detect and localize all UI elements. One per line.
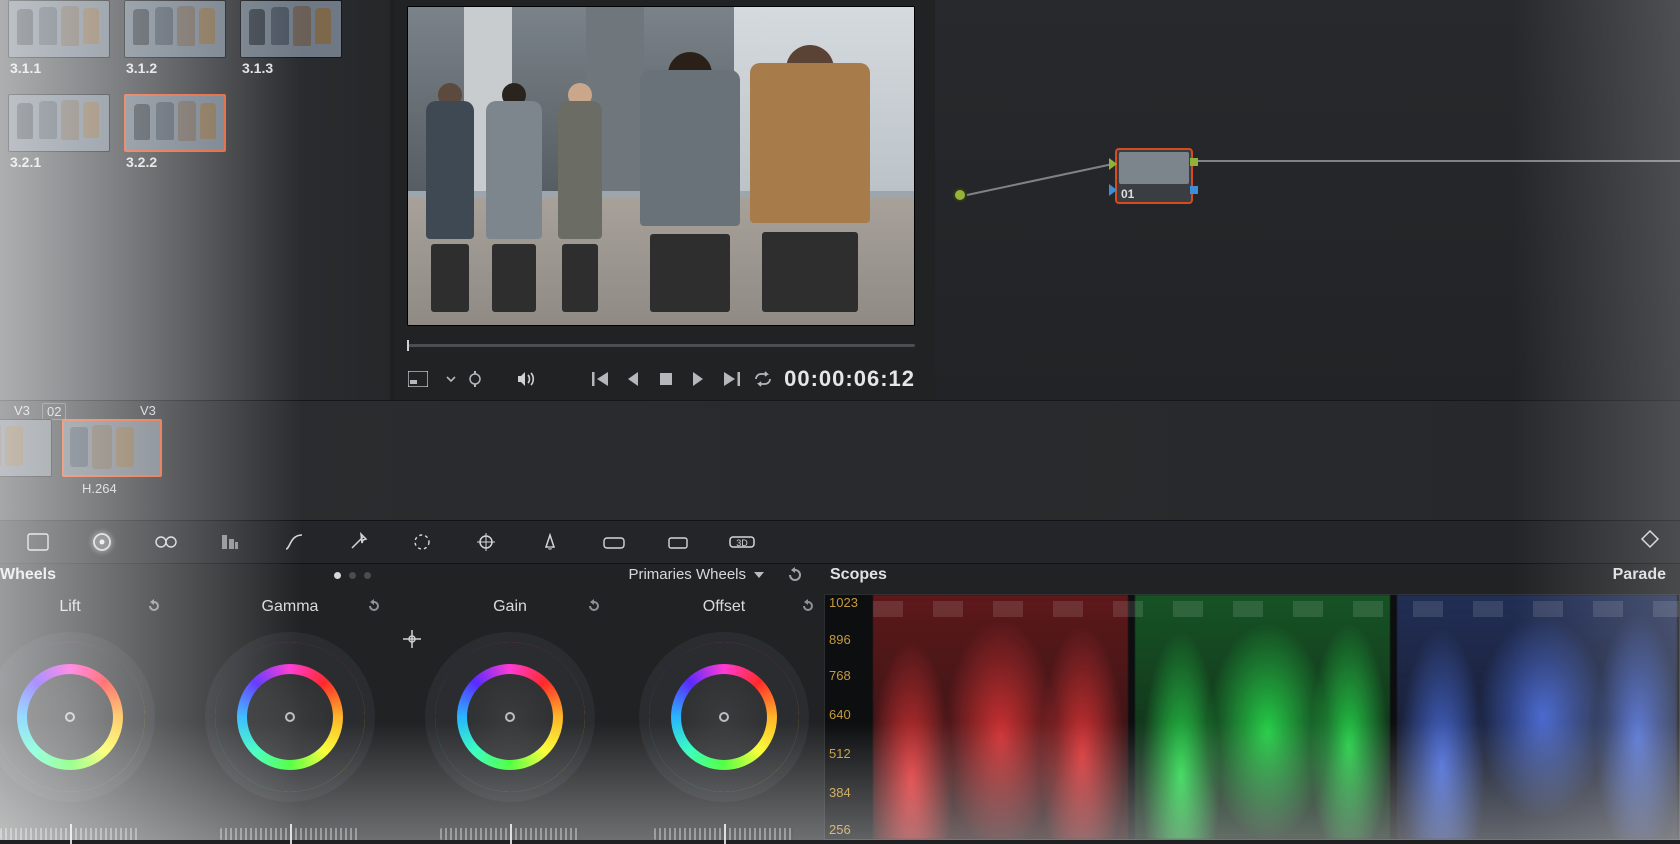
stills-gallery: 3.1.1 3.1.2 3.1.3 3.2.1 3.2.2	[0, 0, 390, 400]
node-alpha-output-icon[interactable]	[1190, 186, 1198, 194]
gain-wheel[interactable]: Gain	[410, 598, 610, 840]
wheels-page-dots[interactable]	[334, 572, 371, 579]
still-label: 3.1.3	[242, 60, 273, 76]
still-label: 3.2.2	[126, 154, 157, 170]
palette-toolbar: 3D	[0, 520, 1680, 564]
reset-icon[interactable]	[146, 598, 164, 616]
image-wipe-icon[interactable]	[407, 367, 429, 391]
qualifier-icon[interactable]	[408, 528, 436, 556]
rgb-mixer-icon[interactable]	[216, 528, 244, 556]
thumbnail-timeline[interactable]: V3 02 V3 H.264	[0, 400, 1680, 520]
master-wheel[interactable]	[0, 828, 140, 840]
wheel-label: Gamma	[190, 598, 390, 616]
viewer-image[interactable]	[407, 6, 915, 326]
viewer-panel: 00:00:06:12	[395, 0, 935, 400]
scopes-panel: Scopes Parade 1023 896 768 640 512 384 2…	[824, 564, 1680, 840]
node-edge	[967, 163, 1112, 196]
keyframes-panel-icon[interactable]	[1640, 529, 1668, 557]
transport-bar: 00:00:06:12	[407, 362, 915, 396]
parade-red	[873, 595, 1128, 839]
viewer-scrubber[interactable]	[407, 336, 915, 358]
color-node[interactable]: 01	[1115, 148, 1193, 204]
wheel-label: Offset	[624, 598, 824, 616]
master-wheel[interactable]	[440, 828, 580, 840]
loop-icon[interactable]	[752, 367, 774, 391]
reset-icon[interactable]	[800, 598, 818, 616]
reset-all-icon[interactable]	[786, 566, 806, 586]
volume-icon[interactable]	[515, 367, 537, 391]
offset-wheel[interactable]: Offset	[624, 598, 824, 840]
tracker-icon[interactable]	[536, 528, 564, 556]
still-label: 3.2.1	[10, 154, 41, 170]
parade-scope[interactable]: 1023 896 768 640 512 384 256	[824, 594, 1680, 840]
key-icon[interactable]	[664, 528, 692, 556]
chevron-down-icon[interactable]	[439, 367, 461, 391]
step-back-icon[interactable]	[622, 367, 644, 391]
reset-icon[interactable]	[366, 598, 384, 616]
master-wheel[interactable]	[654, 828, 794, 840]
wheel-label: Lift	[0, 598, 170, 616]
svg-text:3D: 3D	[736, 538, 748, 548]
scopes-title: Scopes	[830, 566, 887, 584]
still-thumb[interactable]	[124, 0, 226, 58]
windows-icon[interactable]	[472, 528, 500, 556]
color-warper-icon[interactable]	[344, 528, 372, 556]
node-alpha-input-icon[interactable]	[1109, 184, 1117, 196]
node-source-dot[interactable]	[953, 188, 967, 202]
clip-codec-label: H.264	[82, 481, 117, 496]
node-label: 01	[1121, 187, 1134, 201]
blur-icon[interactable]	[600, 528, 628, 556]
stop-icon[interactable]	[655, 367, 677, 391]
still-thumb[interactable]	[8, 0, 110, 58]
timeline-clip-thumb[interactable]	[0, 419, 52, 477]
parade-green	[1135, 595, 1390, 839]
viewer-timecode[interactable]: 00:00:06:12	[784, 366, 915, 392]
color-wheels-icon[interactable]	[88, 528, 116, 556]
still-label: 3.1.2	[126, 60, 157, 76]
still-thumb[interactable]	[8, 94, 110, 152]
timeline-track-label: V3	[14, 403, 30, 418]
wheel-label: Gain	[410, 598, 610, 616]
gamma-wheel[interactable]: Gamma	[190, 598, 390, 840]
primaries-mode-dropdown[interactable]: Primaries Wheels	[628, 566, 764, 583]
reset-icon[interactable]	[586, 598, 604, 616]
node-rgb-output-icon[interactable]	[1190, 158, 1198, 166]
node-rgb-input-icon[interactable]	[1109, 158, 1117, 170]
lift-wheel[interactable]: Lift	[0, 598, 170, 840]
still-thumb[interactable]	[240, 0, 342, 58]
timeline-track-label: V3	[140, 403, 156, 418]
scope-y-axis: 1023 896 768 640 512 384 256	[829, 595, 869, 839]
curves-icon[interactable]	[280, 528, 308, 556]
clip-number-tag[interactable]: 02	[42, 403, 66, 420]
prev-clip-icon[interactable]	[590, 367, 612, 391]
still-label: 3.1.1	[10, 60, 41, 76]
master-wheel[interactable]	[220, 828, 360, 840]
timeline-clip-thumb-selected[interactable]	[62, 419, 162, 477]
scopes-mode-dropdown[interactable]: Parade	[1613, 566, 1666, 584]
wheels-panel-title: Wheels	[0, 566, 56, 584]
still-thumb-selected[interactable]	[124, 94, 226, 152]
parade-blue	[1397, 595, 1677, 839]
unmix-icon[interactable]	[464, 367, 486, 391]
node-graph[interactable]: 01	[935, 0, 1680, 400]
stereo-3d-icon[interactable]: 3D	[728, 528, 756, 556]
next-clip-icon[interactable]	[719, 367, 741, 391]
hdr-wheels-icon[interactable]	[152, 528, 180, 556]
wheels-header: Wheels Primaries Wheels	[0, 564, 820, 592]
camera-raw-icon[interactable]	[24, 528, 52, 556]
play-icon[interactable]	[687, 367, 709, 391]
node-edge	[1193, 160, 1680, 162]
